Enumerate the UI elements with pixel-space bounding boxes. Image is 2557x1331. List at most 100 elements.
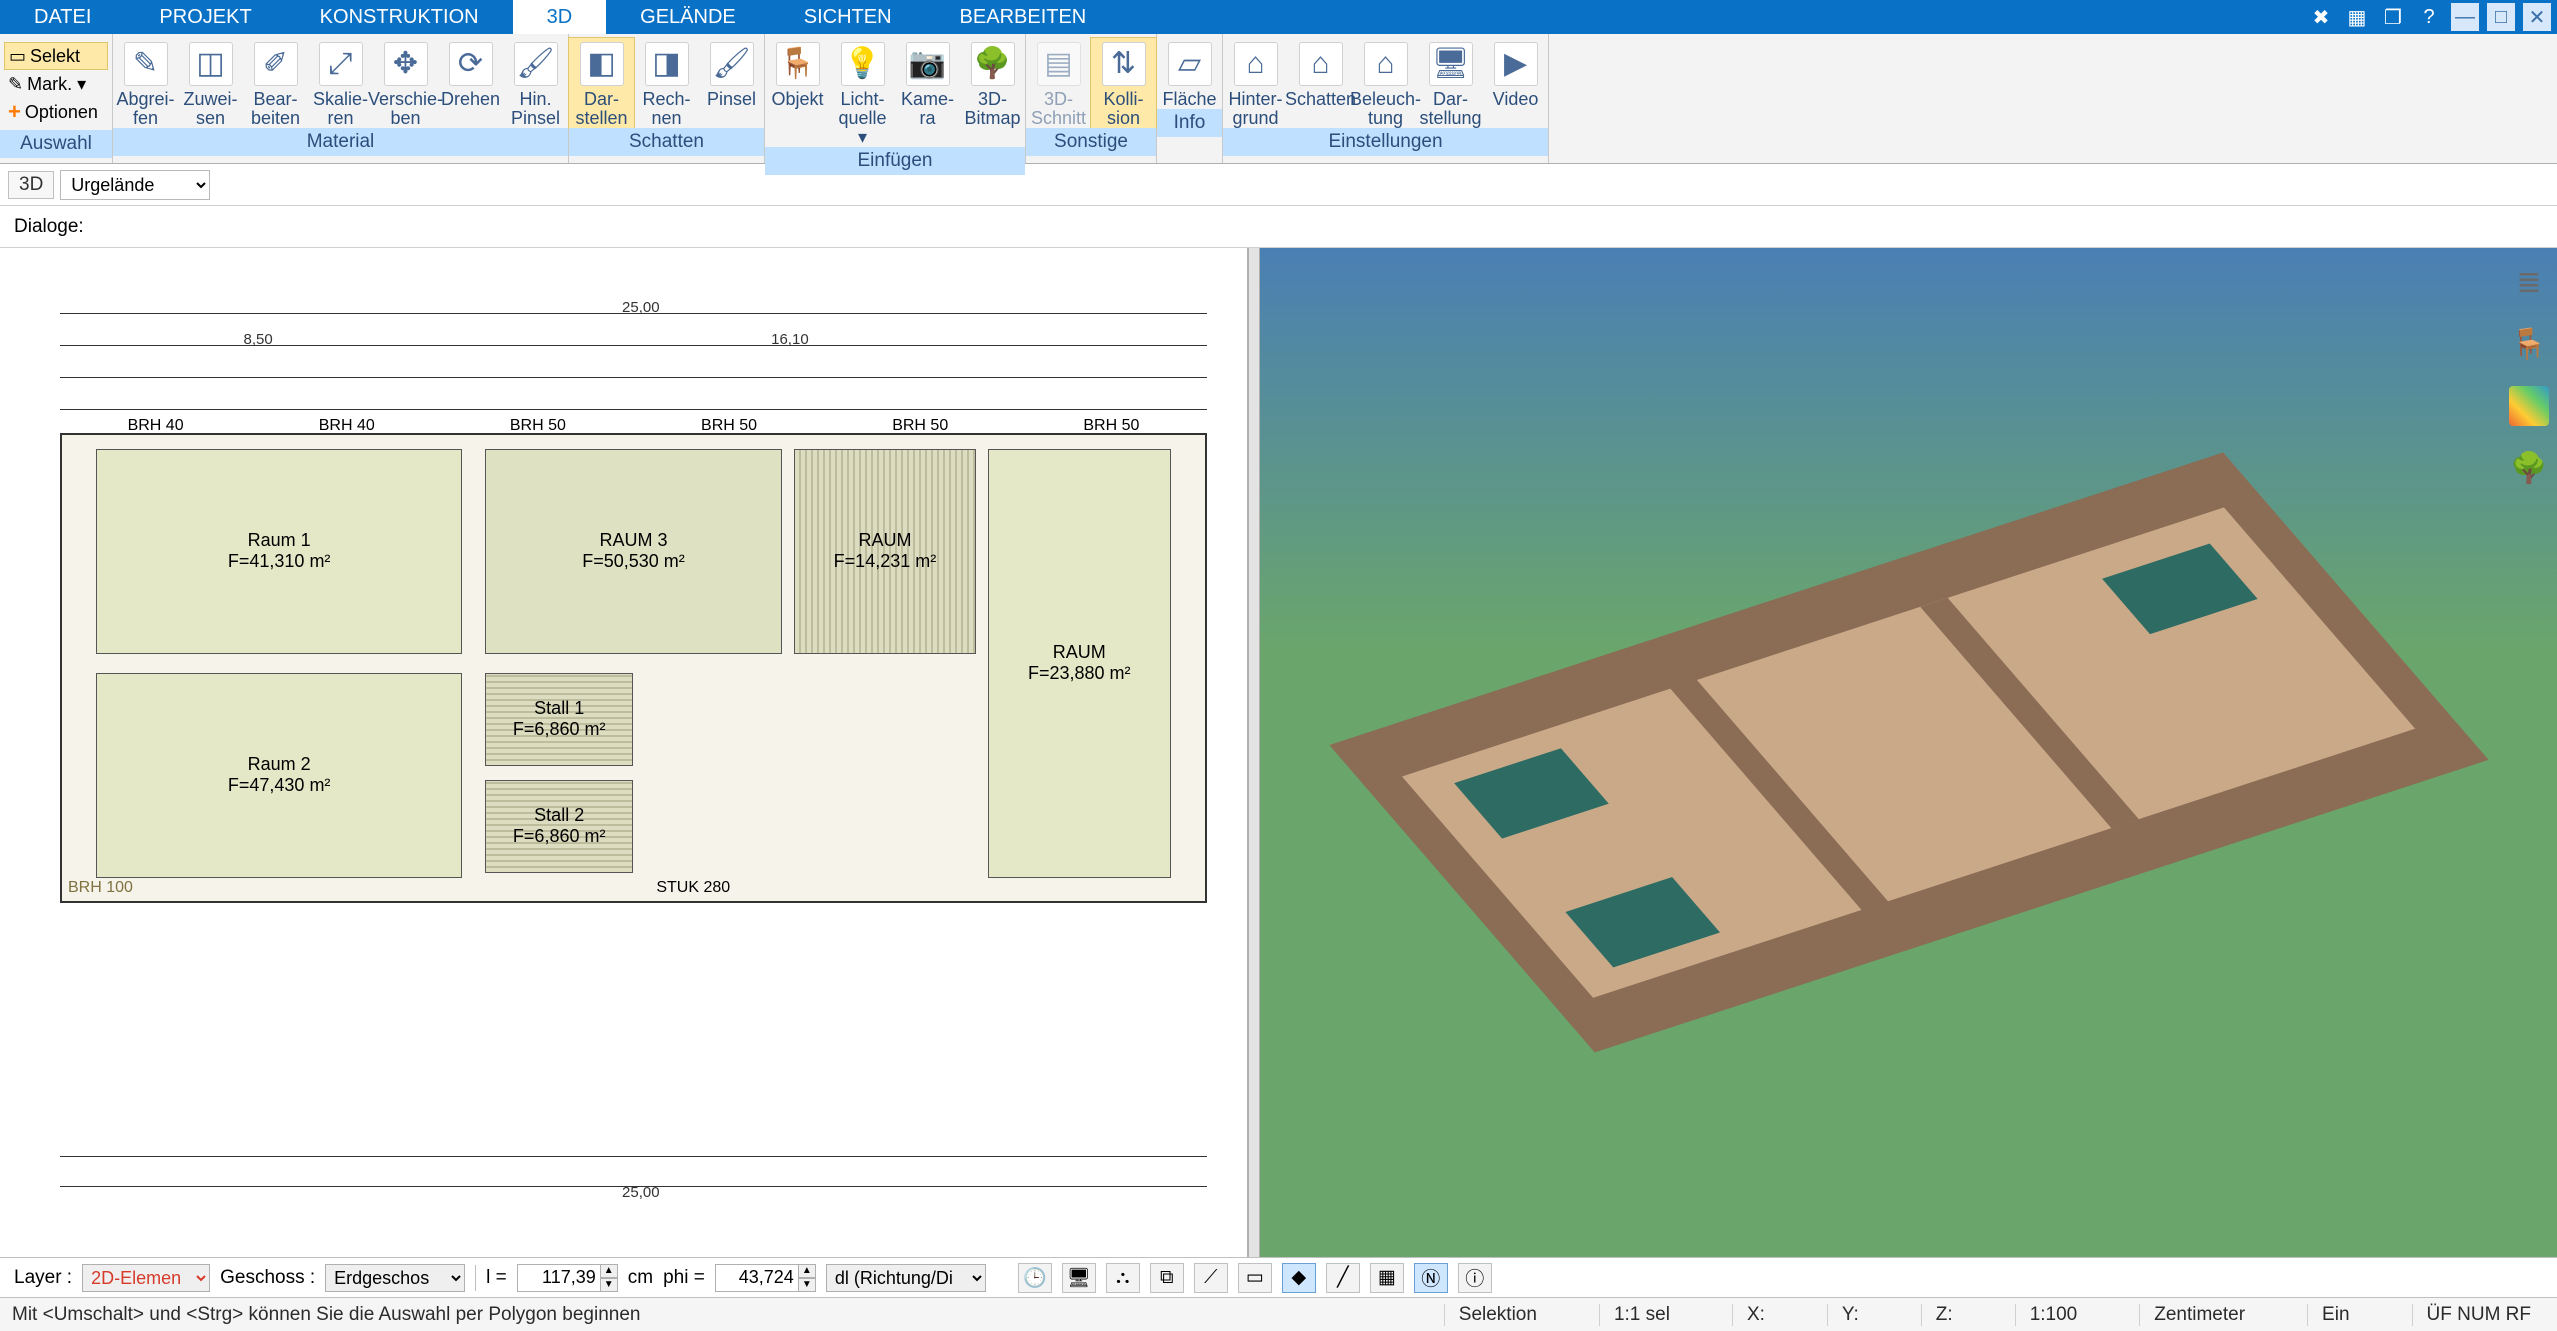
einfuegen-lichtquelle[interactable]: 💡Licht-quelle ▾ bbox=[830, 38, 895, 147]
l-label: l = bbox=[486, 1267, 507, 1289]
material-drehen[interactable]: ⟳Drehen bbox=[438, 38, 503, 109]
plan-2d-view[interactable]: 25,00 8,50 16,10 Raum 1 F=41,310 m² Raum… bbox=[0, 248, 1248, 1257]
tab-konstruktion[interactable]: KONSTRUKTION bbox=[286, 0, 513, 34]
info-icon[interactable]: ⓘ bbox=[1458, 1263, 1492, 1293]
selekt-button[interactable]: ▭Selekt bbox=[4, 42, 108, 70]
room2-name: Raum 2 bbox=[248, 754, 311, 775]
material-zuweisen[interactable]: ◫Zuwei-sen bbox=[178, 38, 243, 128]
material-bearbeiten[interactable]: ✐Bear-beiten bbox=[243, 38, 308, 128]
l-up[interactable]: ▲ bbox=[600, 1264, 618, 1278]
tab-bearbeiten[interactable]: BEARBEITEN bbox=[926, 0, 1121, 34]
layer-label: Layer : bbox=[14, 1267, 72, 1289]
dim-total-top: 25,00 bbox=[622, 299, 660, 316]
einst-darstellung[interactable]: 🖥Dar-stellung bbox=[1418, 38, 1483, 128]
phi-input[interactable] bbox=[715, 1264, 799, 1292]
einfuegen-kamera[interactable]: 📷Kame-ra bbox=[895, 38, 960, 128]
optionen-button[interactable]: +Optionen bbox=[4, 98, 108, 126]
maximize-icon[interactable]: □ bbox=[2487, 3, 2515, 31]
schatten-rechnen[interactable]: ◨Rech-nen bbox=[634, 38, 699, 128]
layer-select[interactable]: 2D-Elemen bbox=[82, 1264, 210, 1292]
clock-icon[interactable]: 🕒 bbox=[1018, 1263, 1052, 1293]
dim-row1-left: 8,50 bbox=[244, 331, 273, 348]
status-hint: Mit <Umschalt> und <Strg> können Sie die… bbox=[12, 1304, 640, 1326]
material-hinpinsel[interactable]: 🖌Hin. Pinsel bbox=[503, 38, 568, 128]
param-bar: Layer : 2D-Elemen Geschoss : Erdgeschos … bbox=[0, 1257, 2557, 1297]
geschoss-select[interactable]: Erdgeschos bbox=[325, 1264, 465, 1292]
view-selector-bar: 3D Urgelände bbox=[0, 164, 2557, 206]
tool-icon[interactable]: ✖ bbox=[2307, 3, 2335, 31]
status-bar: Mit <Umschalt> und <Strg> können Sie die… bbox=[0, 1297, 2557, 1331]
help-icon[interactable]: ? bbox=[2415, 3, 2443, 31]
stall1-area: F=6,860 m² bbox=[513, 719, 606, 740]
stall1-name: Stall 1 bbox=[534, 698, 584, 719]
einst-video[interactable]: ▶Video bbox=[1483, 38, 1548, 109]
room3-name: RAUM 3 bbox=[599, 530, 667, 551]
copy-icon[interactable]: ⧉ bbox=[1150, 1263, 1184, 1293]
page-icon[interactable]: ▭ bbox=[1238, 1263, 1272, 1293]
close-icon[interactable]: ✕ bbox=[2523, 3, 2551, 31]
tab-datei[interactable]: DATEI bbox=[0, 0, 125, 34]
settings-icon[interactable]: ▦ bbox=[2343, 3, 2371, 31]
einst-beleuchtung[interactable]: ⌂Beleuch-tung bbox=[1353, 38, 1418, 128]
einst-hintergrund[interactable]: ⌂Hinter-grund bbox=[1223, 38, 1288, 128]
phi-up[interactable]: ▲ bbox=[798, 1264, 816, 1278]
mode-select[interactable]: dl (Richtung/Di bbox=[826, 1264, 986, 1292]
ribbon-group-schatten: ◧Dar-stellen ◨Rech-nen 🖌Pinsel Schatten bbox=[569, 34, 765, 163]
dialoge-label: Dialoge: bbox=[0, 216, 84, 238]
room3-area: F=50,530 m² bbox=[582, 551, 685, 572]
status-scale: 1:100 bbox=[2015, 1304, 2092, 1326]
phi-down[interactable]: ▼ bbox=[798, 1278, 816, 1292]
grid-icon[interactable]: ▦ bbox=[1370, 1263, 1404, 1293]
tab-gelaende[interactable]: GELÄNDE bbox=[606, 0, 770, 34]
material-verschieben[interactable]: ✥Verschie-ben bbox=[373, 38, 438, 128]
room2-area: F=47,430 m² bbox=[228, 775, 331, 796]
ribbon-group-einstellungen: ⌂Hinter-grund ⌂Schatten ⌂Beleuch-tung 🖥D… bbox=[1223, 34, 1549, 163]
group-title-einfuegen: Einfügen bbox=[765, 147, 1025, 175]
window-icon[interactable]: ❐ bbox=[2379, 3, 2407, 31]
brh-0: BRH 40 bbox=[128, 417, 184, 435]
ribbon-group-einfuegen: 🪑Objekt 💡Licht-quelle ▾ 📷Kame-ra 🌳3D-Bit… bbox=[765, 34, 1026, 163]
window-controls: ✖ ▦ ❐ ? — □ ✕ bbox=[2307, 0, 2557, 34]
tab-sichten[interactable]: SICHTEN bbox=[770, 0, 926, 34]
schatten-darstellen[interactable]: ◧Dar-stellen bbox=[569, 38, 634, 128]
brh-5: BRH 50 bbox=[1083, 417, 1139, 435]
palette-icon[interactable]: ▦ bbox=[2509, 386, 2549, 426]
eraser-icon[interactable]: ⟋ bbox=[1194, 1263, 1228, 1293]
shape-icon[interactable]: ◆ bbox=[1282, 1263, 1316, 1293]
l-input[interactable] bbox=[517, 1264, 601, 1292]
room4-name: RAUM bbox=[858, 530, 911, 551]
plan-outline: Raum 1 F=41,310 m² Raum 2 F=47,430 m² RA… bbox=[60, 433, 1207, 903]
l-down[interactable]: ▼ bbox=[600, 1278, 618, 1292]
minimize-icon[interactable]: — bbox=[2451, 3, 2479, 31]
einfuegen-objekt[interactable]: 🪑Objekt bbox=[765, 38, 830, 109]
group-title-info: Info bbox=[1157, 109, 1222, 137]
layer-view-select[interactable]: Urgelände bbox=[60, 170, 210, 200]
einst-schatten[interactable]: ⌂Schatten bbox=[1288, 38, 1353, 109]
monitor-icon[interactable]: 🖥 bbox=[1062, 1263, 1096, 1293]
tree-icon[interactable]: 🌳 bbox=[2509, 448, 2549, 488]
tab-3d[interactable]: 3D bbox=[513, 0, 607, 34]
schatten-pinsel[interactable]: 🖌Pinsel bbox=[699, 38, 764, 109]
group-icon[interactable]: ⛬ bbox=[1106, 1263, 1140, 1293]
view-splitter[interactable] bbox=[1248, 248, 1260, 1257]
layers-icon[interactable]: ≣ bbox=[2509, 262, 2549, 302]
brh-4: BRH 50 bbox=[892, 417, 948, 435]
sonstige-kollision[interactable]: ⇅Kolli-sion bbox=[1091, 38, 1156, 128]
material-skalieren[interactable]: ⤢Skalie-ren bbox=[308, 38, 373, 128]
view-badge-3d: 3D bbox=[8, 171, 54, 199]
einfuegen-3dbitmap[interactable]: 🌳3D-Bitmap bbox=[960, 38, 1025, 128]
status-unit: Zentimeter bbox=[2139, 1304, 2259, 1326]
ribbon-group-auswahl: ▭Selekt ✎Mark. ▾ +Optionen Auswahl bbox=[0, 34, 113, 163]
material-abgreifen[interactable]: ✎Abgrei-fen bbox=[113, 38, 178, 128]
tab-projekt[interactable]: PROJEKT bbox=[125, 0, 285, 34]
group-title-schatten: Schatten bbox=[569, 128, 764, 156]
furniture-icon[interactable]: 🪑 bbox=[2509, 324, 2549, 364]
mark-dropdown[interactable]: ✎Mark. ▾ bbox=[4, 70, 108, 98]
north-icon[interactable]: Ⓝ bbox=[1414, 1263, 1448, 1293]
info-flaeche[interactable]: ▱Fläche bbox=[1157, 38, 1222, 109]
status-on: Ein bbox=[2307, 1304, 2363, 1326]
view-3d[interactable]: ≣ 🪑 ▦ 🌳 bbox=[1260, 248, 2557, 1257]
status-mode: Selektion bbox=[1444, 1304, 1551, 1326]
sonstige-3dschnitt[interactable]: ▤3D-Schnitt bbox=[1026, 38, 1091, 128]
line-icon[interactable]: ╱ bbox=[1326, 1263, 1360, 1293]
